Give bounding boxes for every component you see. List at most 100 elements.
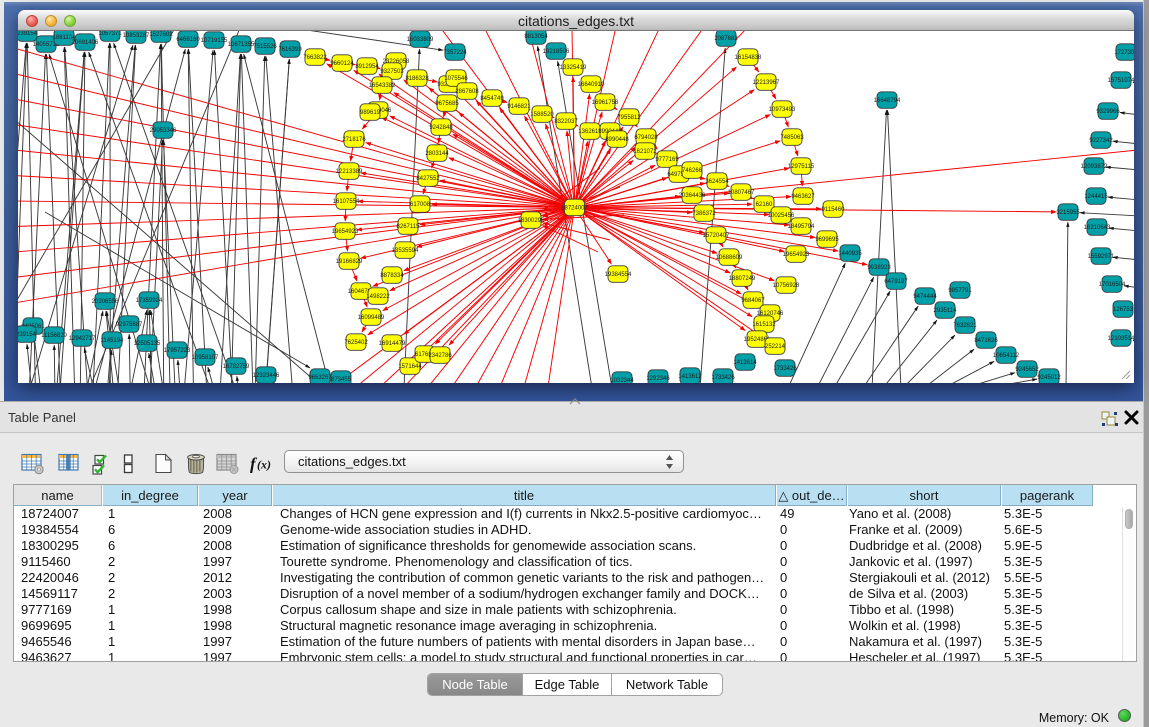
- svg-text:3215955: 3215955: [1056, 210, 1080, 216]
- svg-text:9660124: 9660124: [330, 61, 354, 67]
- svg-text:29053346: 29053346: [150, 128, 177, 134]
- svg-text:62160: 62160: [756, 202, 773, 208]
- svg-text:18495794: 18495794: [788, 224, 815, 230]
- svg-text:9115460: 9115460: [822, 207, 846, 213]
- svg-text:1413612: 1413612: [678, 374, 702, 380]
- svg-text:1621072: 1621072: [633, 149, 657, 155]
- svg-text:12103514: 12103514: [1108, 336, 1134, 342]
- svg-text:19654923: 19654923: [783, 252, 810, 258]
- svg-text:9146821: 9146821: [507, 104, 531, 110]
- svg-text:1588520: 1588520: [530, 112, 554, 118]
- svg-text:12093872: 12093872: [1081, 164, 1108, 170]
- svg-text:16648794: 16648794: [874, 98, 901, 104]
- svg-text:7485063: 7485063: [780, 135, 804, 141]
- svg-text:1727307: 1727307: [1114, 50, 1134, 56]
- svg-text:7515526: 7515526: [253, 44, 277, 50]
- svg-text:239154: 239154: [18, 31, 38, 37]
- svg-text:2935114: 2935114: [934, 308, 958, 314]
- svg-text:12505135: 12505135: [134, 341, 161, 347]
- svg-text:15751074: 15751074: [1108, 78, 1134, 84]
- svg-text:16961758: 16961758: [592, 100, 619, 106]
- svg-text:9245012: 9245012: [1037, 375, 1061, 381]
- svg-text:8267115: 8267115: [397, 224, 421, 230]
- svg-text:13325419: 13325419: [560, 65, 587, 71]
- svg-text:746266: 746266: [682, 168, 703, 174]
- svg-text:1032344: 1032344: [610, 378, 634, 383]
- svg-text:617008: 617008: [410, 202, 431, 208]
- svg-text:8990448: 8990448: [605, 137, 629, 143]
- svg-text:10853287: 10853287: [123, 33, 150, 39]
- svg-text:16640910: 16640910: [578, 82, 605, 88]
- svg-text:1413614: 1413614: [733, 360, 757, 366]
- svg-text:17016504: 17016504: [1099, 282, 1126, 288]
- svg-text:19384554: 19384554: [605, 272, 632, 278]
- svg-text:1733426: 1733426: [711, 375, 735, 381]
- svg-text:6466160: 6466160: [176, 37, 200, 43]
- svg-text:2087682: 2087682: [714, 36, 738, 42]
- svg-text:9245652: 9245652: [1015, 367, 1039, 373]
- svg-text:2867608: 2867608: [455, 89, 479, 95]
- svg-text:2718176: 2718176: [342, 137, 366, 143]
- svg-text:873455: 873455: [331, 377, 352, 383]
- svg-text:8322037: 8322037: [554, 119, 578, 125]
- svg-text:6794028: 6794028: [634, 135, 658, 141]
- svg-text:92975887: 92975887: [116, 322, 143, 328]
- svg-text:17359924: 17359924: [136, 298, 163, 304]
- svg-text:18807249: 18807249: [729, 276, 756, 282]
- svg-text:10807467: 10807467: [728, 190, 755, 196]
- svg-text:9699695: 9699695: [815, 237, 839, 243]
- svg-text:989619: 989619: [360, 110, 381, 116]
- svg-text:10025456: 10025456: [768, 213, 795, 219]
- svg-text:10756928: 10756928: [773, 283, 800, 289]
- svg-text:16107554: 16107554: [333, 199, 360, 205]
- svg-text:8878334: 8878334: [380, 273, 404, 279]
- svg-text:7632621: 7632621: [953, 323, 977, 329]
- svg-text:18300295: 18300295: [518, 218, 545, 224]
- svg-text:7616399: 7616399: [278, 47, 302, 53]
- svg-text:8186328: 8186328: [405, 76, 429, 82]
- svg-text:16914479: 16914479: [379, 341, 406, 347]
- svg-text:8912954: 8912954: [355, 64, 379, 70]
- svg-text:2803144: 2803144: [425, 151, 449, 157]
- svg-text:126753: 126753: [1113, 307, 1134, 313]
- svg-text:1571644: 1571644: [398, 364, 422, 370]
- svg-text:1145194: 1145194: [101, 338, 125, 344]
- svg-text:15720407: 15720407: [703, 233, 730, 239]
- svg-text:7955812: 7955812: [617, 115, 641, 121]
- svg-text:6479197: 6479197: [884, 279, 908, 285]
- svg-text:9777169: 9777169: [655, 157, 679, 163]
- svg-text:17957223: 17957223: [164, 348, 191, 354]
- svg-text:8471626: 8471626: [974, 338, 998, 344]
- svg-text:19218506: 19218506: [543, 49, 570, 55]
- svg-text:16543382: 16543382: [369, 83, 396, 89]
- svg-text:9227342: 9227342: [1089, 138, 1113, 144]
- svg-text:15592971: 15592971: [1088, 254, 1115, 260]
- svg-text:1292346: 1292346: [646, 376, 670, 382]
- svg-text:1244415: 1244415: [1084, 194, 1108, 200]
- svg-text:9242848: 9242848: [429, 125, 453, 131]
- svg-text:2342786: 2342786: [428, 353, 452, 359]
- svg-text:9684067: 9684067: [741, 298, 765, 304]
- svg-text:12213389: 12213389: [336, 169, 363, 175]
- svg-text:1498222: 1498222: [366, 294, 390, 300]
- svg-text:9329966: 9329966: [1096, 109, 1120, 115]
- svg-text:8427552: 8427552: [416, 176, 440, 182]
- svg-text:9675685: 9675685: [435, 101, 459, 107]
- svg-text:12975115: 12975115: [788, 164, 815, 170]
- svg-text:9653267: 9653267: [308, 375, 332, 381]
- svg-text:12942717: 12942717: [69, 336, 96, 342]
- svg-text:7357224: 7357224: [443, 50, 467, 56]
- svg-text:16033809: 16033809: [407, 37, 434, 43]
- svg-text:19166829: 19166829: [336, 259, 363, 265]
- svg-text:20206556: 20206556: [92, 299, 119, 305]
- svg-text:12323446: 12323446: [253, 373, 280, 379]
- svg-text:10958107: 10958107: [192, 355, 219, 361]
- svg-text:11156829: 11156829: [41, 333, 67, 339]
- svg-text:(x): (x): [257, 458, 271, 472]
- svg-text:13535594: 13535594: [392, 248, 419, 254]
- svg-text:1615132: 1615132: [752, 322, 776, 328]
- svg-text:16210643: 16210643: [1084, 225, 1111, 231]
- svg-text:7663822: 7663822: [303, 55, 327, 61]
- svg-text:19654923: 19654923: [332, 229, 359, 235]
- svg-text:7386372: 7386372: [692, 211, 716, 217]
